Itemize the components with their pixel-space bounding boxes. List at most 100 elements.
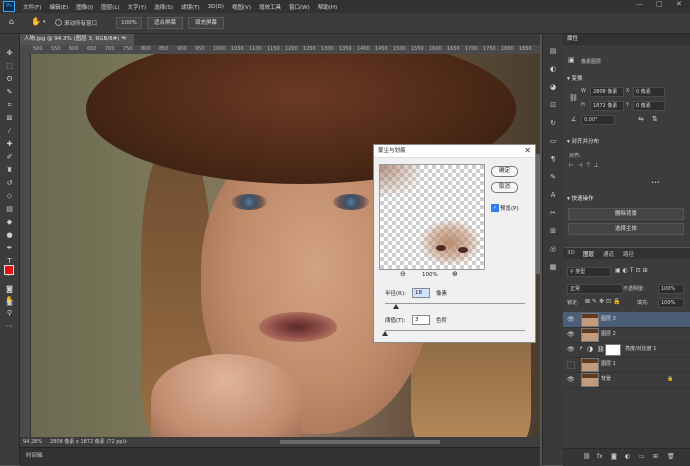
status-arrow-icon[interactable]: › — [125, 437, 127, 447]
document-tab[interactable]: 人物.jpg @ 94.3% (图层 3, RGB/8#) * — [20, 34, 134, 45]
menu-layer[interactable]: 图层(L) — [97, 3, 123, 11]
angle-input[interactable]: 0.00° — [581, 115, 615, 125]
threshold-input[interactable]: 3 — [412, 315, 430, 325]
maximize-button[interactable]: □ — [656, 0, 663, 8]
screen-mode-icon[interactable]: ▣ — [4, 298, 15, 308]
paragraph-icon[interactable]: ¶ — [548, 154, 558, 164]
layer-filter-select[interactable]: ⚲ 类型 — [567, 267, 611, 277]
layer-row-background[interactable]: 👁 背景 🔒 — [563, 372, 690, 388]
learn-icon[interactable]: ▭ — [548, 136, 558, 146]
blend-mode-select[interactable]: 正常 — [567, 284, 623, 294]
select-subject-button[interactable]: 选择主体 — [568, 223, 684, 235]
threshold-slider-track[interactable] — [385, 330, 525, 331]
layer-row-3[interactable]: 👁 图层 3 — [563, 312, 690, 328]
pen-tool-icon[interactable]: ✒ — [4, 243, 15, 253]
menu-type[interactable]: 文字(Y) — [124, 3, 151, 11]
height-input[interactable]: 1872 像素 — [590, 101, 624, 111]
remove-background-button[interactable]: 删除背景 — [568, 208, 684, 220]
quick-select-icon[interactable]: ✎ — [4, 87, 15, 97]
flip-horizontal-icon[interactable]: ⇋ — [638, 115, 644, 123]
properties-tab[interactable]: 属性 — [563, 34, 690, 45]
visibility-eye-icon[interactable]: 👁 — [567, 342, 575, 357]
tab-channels[interactable]: 通道 — [603, 250, 614, 258]
preview-checkbox[interactable]: ✓ — [491, 204, 499, 212]
x-input[interactable]: 0 像素 — [633, 87, 665, 97]
menu-edit[interactable]: 编辑(E) — [45, 3, 72, 11]
stamp-tool-icon[interactable]: ♜ — [4, 165, 15, 175]
history-brush-icon[interactable]: ↺ — [4, 178, 15, 188]
menu-3d[interactable]: 3D(D) — [204, 4, 228, 10]
visibility-eye-icon[interactable]: 👁 — [567, 372, 575, 387]
lasso-tool-icon[interactable]: ʘ — [4, 74, 15, 84]
group-icon[interactable]: ▭ — [639, 453, 645, 460]
layer-name[interactable]: 图层 1 — [601, 357, 616, 372]
menu-file[interactable]: 文件(F) — [19, 3, 45, 11]
more-tools-icon[interactable]: ⋯ — [4, 321, 15, 331]
link-icon[interactable]: ⛓ — [583, 453, 591, 460]
filter-icons[interactable]: ▣◐T⊡⊞ — [615, 267, 650, 274]
radius-slider-track[interactable] — [385, 303, 525, 304]
cancel-button[interactable]: 取消 — [491, 182, 518, 193]
layer-name[interactable]: 亮度/对比度 1 — [625, 342, 656, 357]
fill-screen-button[interactable]: 填充屏幕 — [188, 17, 224, 29]
mask-icon[interactable]: ◙ — [611, 453, 617, 460]
ok-button[interactable]: 确定 — [491, 166, 518, 177]
zoom-out-icon[interactable]: ⊖ — [400, 270, 406, 278]
zoom-in-icon[interactable]: ⊕ — [452, 270, 458, 278]
adjust-icon[interactable]: ◐ — [625, 453, 630, 460]
layer-row-adjustment[interactable]: 👁 ↱ ◑ ⛓ 亮度/对比度 1 — [563, 342, 690, 358]
tab-paths[interactable]: 路径 — [623, 250, 634, 258]
info-icon[interactable]: ◐ — [548, 64, 558, 74]
close-window-button[interactable]: ✕ — [676, 0, 682, 8]
y-input[interactable]: 0 像素 — [633, 101, 665, 111]
color-icon[interactable]: ◕ — [548, 82, 558, 92]
blur-tool-icon[interactable]: ◆ — [4, 217, 15, 227]
adjustments-icon[interactable]: ↻ — [548, 118, 558, 128]
tool-presets-icon[interactable]: ✂ — [548, 208, 558, 218]
foreground-color-swatch[interactable] — [4, 265, 14, 275]
visibility-eye-icon[interactable]: 👁 — [567, 312, 575, 327]
brush-settings-icon[interactable]: ✎ — [548, 172, 558, 182]
zoom-readout[interactable]: 94.28% — [23, 437, 42, 447]
layer-row-1[interactable]: 图层 1 — [563, 357, 690, 373]
quick-actions-toggle[interactable]: ▾ 快速操作 — [567, 194, 594, 202]
tab-3d[interactable]: 3D — [567, 250, 575, 256]
visibility-eye-icon[interactable]: 👁 — [567, 327, 575, 342]
menu-view[interactable]: 视图(V) — [228, 3, 255, 11]
gradient-tool-icon[interactable]: ▤ — [4, 204, 15, 214]
align-section-toggle[interactable]: ▾ 对齐并分布 — [567, 137, 599, 145]
radius-slider-knob[interactable] — [393, 304, 399, 309]
menu-plugins[interactable]: 增效工具 — [255, 3, 285, 11]
trash-icon[interactable]: 🗑 — [667, 453, 675, 460]
new-layer-icon[interactable]: ⊞ — [653, 453, 658, 460]
link-icon[interactable]: ⛓ — [597, 342, 605, 357]
swatches-icon[interactable]: ⊡ — [548, 100, 558, 110]
menu-help[interactable]: 帮助(H) — [314, 3, 341, 11]
layer-row-2[interactable]: 👁 图层 2 — [563, 327, 690, 343]
timeline-tab[interactable]: 时间轴 — [26, 451, 43, 459]
opacity-input[interactable]: 100% — [658, 284, 684, 294]
character-icon[interactable]: A — [548, 190, 558, 200]
brush-tool-icon[interactable]: ✐ — [4, 152, 15, 162]
healing-brush-icon[interactable]: ✚ — [4, 139, 15, 149]
fit-screen-button[interactable]: 适合屏幕 — [147, 17, 183, 29]
width-input[interactable]: 2808 像素 — [590, 87, 624, 97]
hand-tool-icon[interactable]: ✋ — [31, 17, 41, 26]
zoom-tool-icon[interactable]: ⚲ — [4, 308, 15, 318]
fx-icon[interactable]: fx — [597, 453, 603, 460]
marquee-tool-icon[interactable]: ⬚ — [4, 61, 15, 71]
minimize-button[interactable]: — — [636, 0, 643, 8]
chevron-down-icon[interactable]: ▾ — [43, 19, 46, 25]
transform-section-toggle[interactable]: ▾ 变换 — [567, 74, 583, 82]
move-tool-icon[interactable]: ✥ — [4, 48, 15, 58]
dialog-close-icon[interactable]: ✕ — [524, 145, 531, 157]
scroll-all-checkbox[interactable] — [55, 19, 62, 26]
frame-tool-icon[interactable]: ⊠ — [4, 113, 15, 123]
menu-select[interactable]: 选择(S) — [150, 3, 177, 11]
menu-window[interactable]: 窗口(W) — [285, 3, 314, 11]
radius-input[interactable]: 18 — [412, 288, 430, 298]
layer-name[interactable]: 图层 3 — [601, 312, 616, 327]
vertical-scrollbar[interactable] — [536, 154, 540, 274]
dodge-tool-icon[interactable]: ● — [4, 230, 15, 240]
tab-layers[interactable]: 图层 — [583, 250, 594, 258]
